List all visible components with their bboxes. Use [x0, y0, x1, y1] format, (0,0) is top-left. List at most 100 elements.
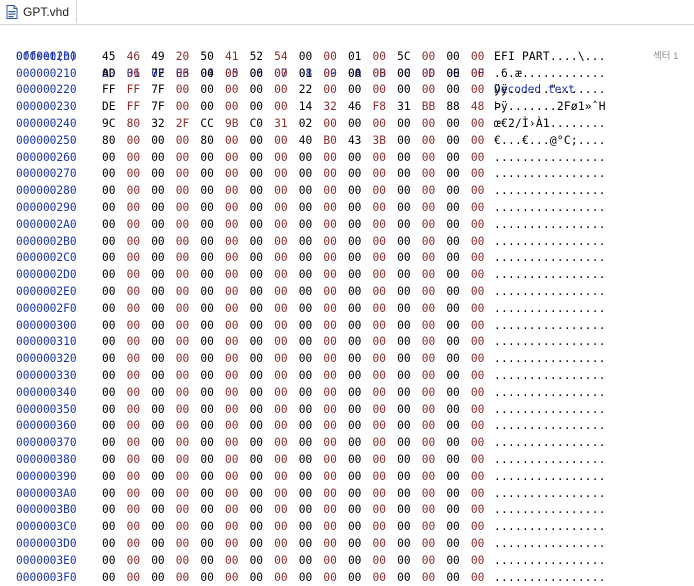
byte-cell[interactable]: 00: [102, 570, 127, 586]
byte-cell[interactable]: 00: [250, 402, 275, 419]
byte-cell[interactable]: 00: [397, 166, 422, 183]
byte-cell[interactable]: 00: [373, 301, 398, 318]
byte-cell[interactable]: 00: [446, 502, 471, 519]
byte-cell[interactable]: 00: [151, 368, 176, 385]
byte-cell[interactable]: 00: [471, 82, 496, 99]
byte-cell[interactable]: 00: [446, 469, 471, 486]
byte-cell[interactable]: 00: [299, 284, 324, 301]
byte-cell[interactable]: 00: [225, 133, 250, 150]
byte-cell[interactable]: 00: [176, 318, 201, 335]
byte-cell[interactable]: 00: [471, 150, 496, 167]
byte-cell[interactable]: 00: [225, 351, 250, 368]
byte-cell[interactable]: 00: [299, 183, 324, 200]
byte-cell[interactable]: 00: [422, 385, 447, 402]
byte-cell[interactable]: 00: [127, 200, 152, 217]
byte-cell[interactable]: 00: [250, 267, 275, 284]
byte-cell[interactable]: 00: [471, 385, 496, 402]
byte-cell[interactable]: 00: [299, 402, 324, 419]
byte-cell[interactable]: 00: [299, 150, 324, 167]
byte-cell[interactable]: 00: [250, 99, 275, 116]
byte-cell[interactable]: 00: [323, 301, 348, 318]
byte-cell[interactable]: 00: [323, 200, 348, 217]
byte-cell[interactable]: 00: [348, 116, 373, 133]
byte-cell[interactable]: 02: [299, 116, 324, 133]
byte-cell[interactable]: 00: [348, 217, 373, 234]
byte-cell[interactable]: 00: [373, 150, 398, 167]
byte-cell[interactable]: 14: [299, 99, 324, 116]
byte-cell[interactable]: 00: [274, 234, 299, 251]
byte-cell[interactable]: 00: [323, 469, 348, 486]
byte-cell[interactable]: 00: [102, 385, 127, 402]
byte-cell[interactable]: 00: [471, 402, 496, 419]
byte-cell[interactable]: 00: [471, 469, 496, 486]
byte-cell[interactable]: 00: [250, 536, 275, 553]
byte-cell[interactable]: 00: [446, 133, 471, 150]
byte-cell[interactable]: 00: [422, 49, 447, 66]
byte-cell[interactable]: 00: [373, 402, 398, 419]
byte-cell[interactable]: 00: [373, 502, 398, 519]
byte-cell[interactable]: 00: [274, 267, 299, 284]
byte-cell[interactable]: 00: [446, 452, 471, 469]
byte-cell[interactable]: 00: [471, 318, 496, 335]
hex-row[interactable]: 0000003400000000000000000000000000000000…: [0, 385, 694, 402]
byte-cell[interactable]: 00: [422, 351, 447, 368]
byte-cell[interactable]: 00: [127, 250, 152, 267]
hex-row[interactable]: 0000003200000000000000000000000000000000…: [0, 351, 694, 368]
byte-cell[interactable]: 00: [200, 519, 225, 536]
decoded-text[interactable]: ................: [494, 536, 606, 553]
decoded-text[interactable]: ................: [494, 183, 606, 200]
byte-cell[interactable]: 00: [274, 200, 299, 217]
byte-cell[interactable]: 80: [200, 133, 225, 150]
byte-cell[interactable]: 00: [397, 116, 422, 133]
byte-cell[interactable]: 00: [422, 519, 447, 536]
byte-cell[interactable]: 31: [397, 99, 422, 116]
byte-cell[interactable]: 00: [274, 82, 299, 99]
byte-cell[interactable]: 00: [127, 502, 152, 519]
hex-row[interactable]: 0000003800000000000000000000000000000000…: [0, 452, 694, 469]
byte-cell[interactable]: 00: [373, 116, 398, 133]
byte-cell[interactable]: 88: [446, 99, 471, 116]
byte-cell[interactable]: 00: [102, 452, 127, 469]
byte-cell[interactable]: 00: [422, 183, 447, 200]
byte-cell[interactable]: 00: [323, 334, 348, 351]
byte-cell[interactable]: 00: [397, 570, 422, 586]
hex-row[interactable]: 0000003A00000000000000000000000000000000…: [0, 486, 694, 503]
byte-cell[interactable]: 00: [373, 49, 398, 66]
byte-cell[interactable]: 00: [397, 435, 422, 452]
byte-cell[interactable]: 00: [422, 402, 447, 419]
byte-cell[interactable]: 80: [102, 133, 127, 150]
byte-cell[interactable]: 00: [200, 166, 225, 183]
byte-cell[interactable]: 00: [225, 452, 250, 469]
byte-cell[interactable]: 00: [471, 183, 496, 200]
byte-cell[interactable]: 00: [250, 301, 275, 318]
byte-cell[interactable]: 9B: [225, 116, 250, 133]
byte-cell[interactable]: 00: [176, 133, 201, 150]
byte-cell[interactable]: 00: [151, 200, 176, 217]
byte-cell[interactable]: 00: [397, 301, 422, 318]
byte-cell[interactable]: 00: [200, 402, 225, 419]
byte-cell[interactable]: 7F: [151, 82, 176, 99]
byte-cell[interactable]: 00: [250, 217, 275, 234]
byte-cell[interactable]: 00: [373, 234, 398, 251]
decoded-text[interactable]: ................: [494, 166, 606, 183]
byte-cell[interactable]: 00: [176, 82, 201, 99]
byte-cell[interactable]: 00: [102, 183, 127, 200]
byte-cell[interactable]: 00: [176, 418, 201, 435]
byte-cell[interactable]: 00: [250, 82, 275, 99]
byte-cell[interactable]: 00: [102, 351, 127, 368]
byte-cell[interactable]: 00: [127, 570, 152, 586]
hex-row[interactable]: 0000003600000000000000000000000000000000…: [0, 418, 694, 435]
byte-cell[interactable]: FF: [102, 82, 127, 99]
byte-cell[interactable]: 00: [422, 116, 447, 133]
byte-cell[interactable]: 00: [323, 150, 348, 167]
byte-cell[interactable]: 00: [200, 570, 225, 586]
byte-cell[interactable]: 00: [200, 452, 225, 469]
byte-cell[interactable]: 00: [446, 267, 471, 284]
byte-cell[interactable]: 00: [176, 368, 201, 385]
byte-cell[interactable]: 00: [471, 452, 496, 469]
byte-cell[interactable]: 00: [127, 435, 152, 452]
byte-cell[interactable]: 00: [127, 536, 152, 553]
byte-cell[interactable]: 00: [446, 82, 471, 99]
byte-cell[interactable]: 00: [323, 368, 348, 385]
byte-cell[interactable]: 00: [373, 452, 398, 469]
